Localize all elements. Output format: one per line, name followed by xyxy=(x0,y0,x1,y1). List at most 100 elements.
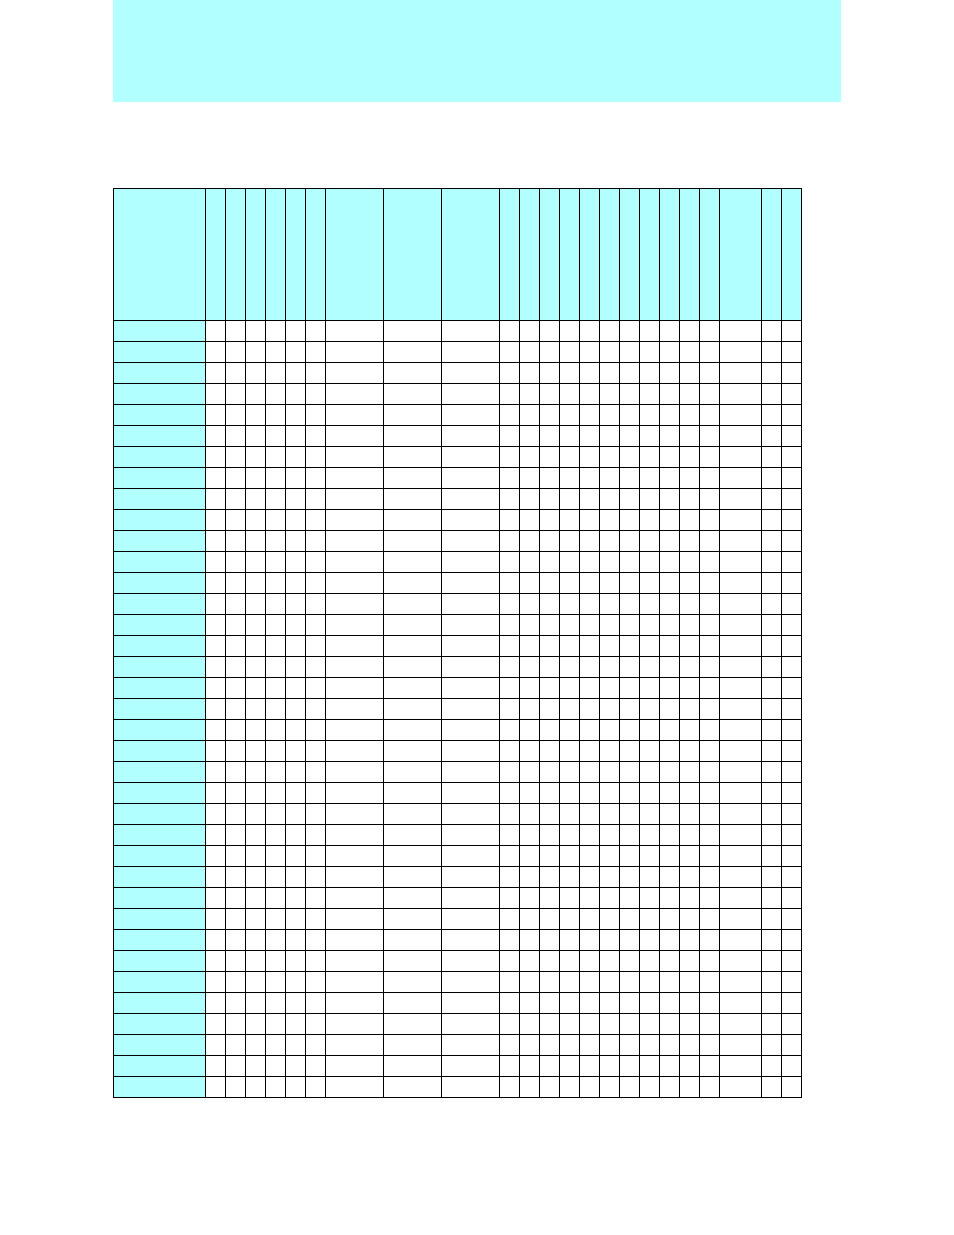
cell xyxy=(326,342,384,363)
cell xyxy=(306,489,326,510)
cell xyxy=(306,468,326,489)
cell xyxy=(206,762,226,783)
cell xyxy=(700,573,720,594)
cell xyxy=(286,909,306,930)
cell xyxy=(600,720,620,741)
cell xyxy=(226,951,246,972)
header-cell-12 xyxy=(540,189,560,321)
cell xyxy=(782,636,802,657)
cell xyxy=(580,489,600,510)
cell xyxy=(442,804,500,825)
cell xyxy=(442,930,500,951)
cell xyxy=(540,321,560,342)
row-header xyxy=(114,888,206,909)
cell xyxy=(720,1035,762,1056)
table-row xyxy=(114,993,802,1014)
cell xyxy=(620,678,640,699)
cell xyxy=(306,405,326,426)
cell xyxy=(226,762,246,783)
cell xyxy=(660,741,680,762)
cell xyxy=(762,384,782,405)
cell xyxy=(620,615,640,636)
cell xyxy=(620,867,640,888)
cell xyxy=(560,426,580,447)
cell xyxy=(266,636,286,657)
table-row xyxy=(114,489,802,510)
cell xyxy=(306,615,326,636)
cell xyxy=(306,867,326,888)
cell xyxy=(326,909,384,930)
cell xyxy=(442,1077,500,1098)
cell xyxy=(782,825,802,846)
cell xyxy=(720,951,762,972)
cell xyxy=(560,1077,580,1098)
cell xyxy=(660,1077,680,1098)
cell xyxy=(762,489,782,510)
cell xyxy=(384,594,442,615)
cell xyxy=(580,699,600,720)
cell xyxy=(500,783,520,804)
cell xyxy=(660,762,680,783)
cell xyxy=(580,762,600,783)
cell xyxy=(206,783,226,804)
cell xyxy=(326,657,384,678)
cell xyxy=(500,531,520,552)
cell xyxy=(206,846,226,867)
cell xyxy=(560,699,580,720)
cell xyxy=(246,741,266,762)
cell xyxy=(540,447,560,468)
cell xyxy=(206,972,226,993)
row-header xyxy=(114,804,206,825)
table-row xyxy=(114,846,802,867)
cell xyxy=(560,573,580,594)
cell xyxy=(640,552,660,573)
cell xyxy=(500,741,520,762)
cell xyxy=(782,930,802,951)
cell xyxy=(306,930,326,951)
cell xyxy=(306,1077,326,1098)
cell xyxy=(286,993,306,1014)
cell xyxy=(680,678,700,699)
cell xyxy=(226,972,246,993)
cell xyxy=(286,1035,306,1056)
cell xyxy=(680,804,700,825)
cell xyxy=(600,1014,620,1035)
cell xyxy=(206,489,226,510)
cell xyxy=(680,363,700,384)
cell xyxy=(500,951,520,972)
cell xyxy=(540,510,560,531)
cell xyxy=(442,867,500,888)
cell xyxy=(720,972,762,993)
cell xyxy=(782,867,802,888)
row-header xyxy=(114,405,206,426)
cell xyxy=(620,930,640,951)
cell xyxy=(384,762,442,783)
cell xyxy=(384,1077,442,1098)
cell xyxy=(540,1014,560,1035)
row-header xyxy=(114,741,206,762)
cell xyxy=(680,468,700,489)
cell xyxy=(700,405,720,426)
cell xyxy=(580,888,600,909)
cell xyxy=(442,405,500,426)
cell xyxy=(206,1035,226,1056)
cell xyxy=(782,510,802,531)
cell xyxy=(326,930,384,951)
cell xyxy=(540,930,560,951)
table-row xyxy=(114,951,802,972)
cell xyxy=(660,1035,680,1056)
cell xyxy=(762,993,782,1014)
cell xyxy=(600,405,620,426)
cell xyxy=(226,405,246,426)
cell xyxy=(540,1035,560,1056)
cell xyxy=(762,636,782,657)
cell xyxy=(782,1056,802,1077)
cell xyxy=(306,762,326,783)
cell xyxy=(680,342,700,363)
cell xyxy=(306,594,326,615)
cell xyxy=(660,825,680,846)
cell xyxy=(206,741,226,762)
cell xyxy=(560,1035,580,1056)
cell xyxy=(762,678,782,699)
row-header xyxy=(114,636,206,657)
